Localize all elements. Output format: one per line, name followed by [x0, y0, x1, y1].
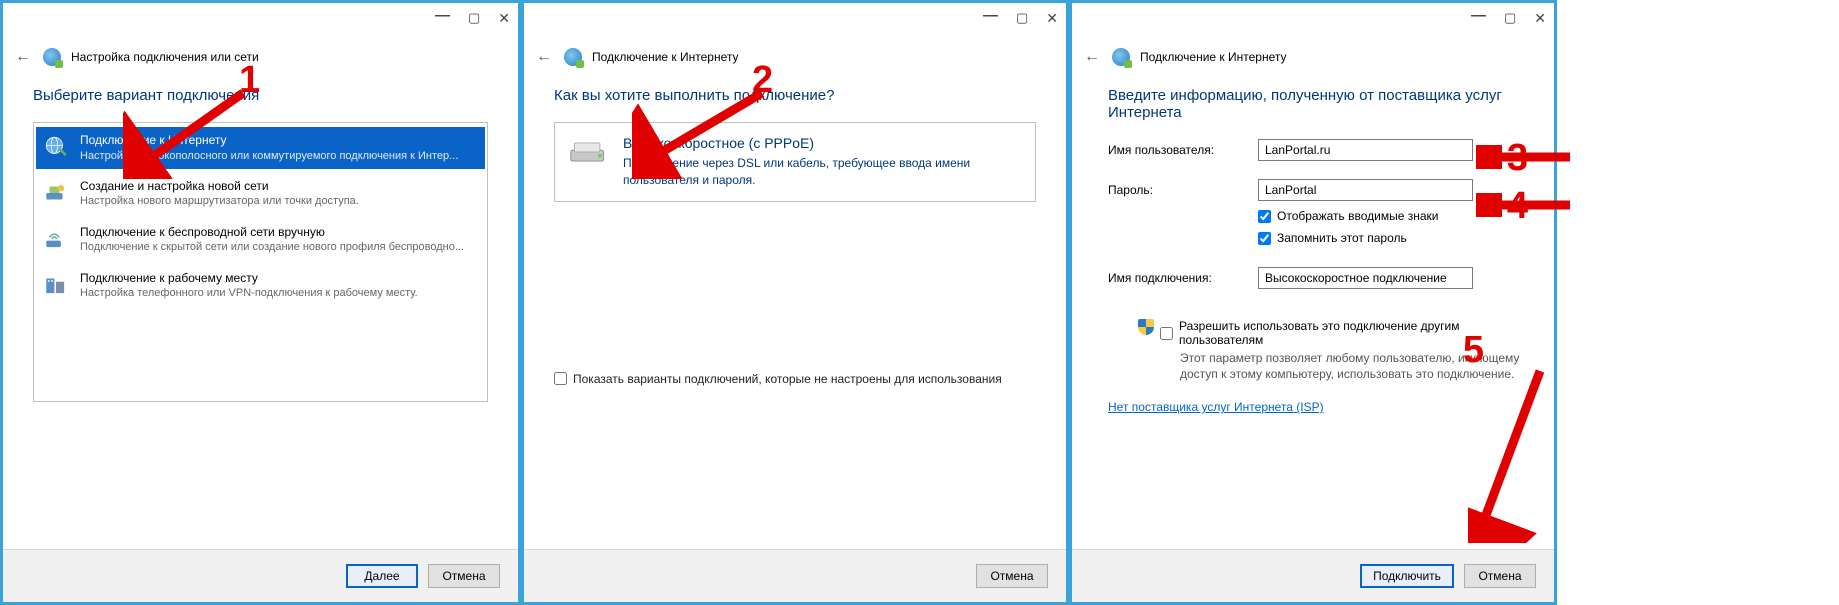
label-allow-others: Разрешить использовать это подключение д…: [1179, 319, 1524, 347]
show-unconfigured-row[interactable]: Показать варианты подключений, которые н…: [554, 372, 1036, 386]
option-title: Подключение к рабочему месту: [80, 271, 418, 287]
checkbox-allow-others[interactable]: [1160, 327, 1173, 340]
page-heading: Как вы хотите выполнить подключение?: [554, 87, 1036, 104]
shield-icon: [1138, 319, 1154, 335]
titlebar: — ▢ ✕: [1072, 3, 1554, 33]
row-password: Пароль:: [1108, 179, 1524, 201]
header: ← Подключение к Интернету: [1072, 33, 1554, 73]
cancel-button[interactable]: Отмена: [428, 564, 500, 588]
connection-options-list: Подключение к Интернету Настройка широко…: [33, 122, 488, 402]
option-new-network[interactable]: Создание и настройка новой сети Настройк…: [36, 173, 485, 215]
content: Как вы хотите выполнить подключение? Выс…: [524, 73, 1066, 549]
option-title: Высокоскоростное (с PPPoE): [623, 135, 1021, 151]
option-title: Подключение к беспроводной сети вручную: [80, 225, 464, 241]
network-globe-icon: [1112, 48, 1130, 66]
window-title: Настройка подключения или сети: [71, 50, 259, 64]
back-arrow-icon[interactable]: ←: [1082, 47, 1102, 67]
row-allow-others: Разрешить использовать это подключение д…: [1138, 319, 1524, 382]
checkbox-remember[interactable]: [1258, 232, 1271, 245]
cancel-button[interactable]: Отмена: [1464, 564, 1536, 588]
close-icon[interactable]: ✕: [498, 10, 510, 27]
content: Выберите вариант подключения Подключение…: [3, 73, 518, 549]
allow-others-description: Этот параметр позволяет любому пользоват…: [1180, 351, 1524, 382]
row-connection-name: Имя подключения:: [1108, 267, 1524, 289]
label-password: Пароль:: [1108, 183, 1258, 197]
close-icon[interactable]: ✕: [1046, 10, 1058, 27]
option-wireless-manual[interactable]: Подключение к беспроводной сети вручную …: [36, 219, 485, 261]
titlebar: — ▢ ✕: [524, 3, 1066, 33]
option-subtitle: Подключение через DSL или кабель, требую…: [623, 155, 1021, 189]
row-show-chars[interactable]: Отображать вводимые знаки: [1258, 209, 1524, 223]
option-internet[interactable]: Подключение к Интернету Настройка широко…: [36, 127, 485, 169]
workplace-icon: [42, 271, 70, 299]
minimize-icon[interactable]: —: [983, 7, 998, 24]
window-title: Подключение к Интернету: [592, 50, 739, 64]
input-password[interactable]: [1258, 179, 1473, 201]
input-username[interactable]: [1258, 139, 1473, 161]
titlebar: — ▢ ✕: [3, 3, 518, 33]
maximize-icon[interactable]: ▢: [1504, 10, 1516, 26]
header: ← Подключение к Интернету: [524, 33, 1066, 73]
show-unconfigured-checkbox[interactable]: [554, 372, 567, 385]
option-title: Подключение к Интернету: [80, 133, 458, 149]
wireless-icon: [42, 225, 70, 253]
globe-icon: [42, 133, 70, 161]
label-show-chars: Отображать вводимые знаки: [1277, 209, 1438, 223]
label-connection-name: Имя подключения:: [1108, 271, 1258, 285]
footer: Подключить Отмена: [1072, 549, 1554, 602]
next-button[interactable]: Далее: [346, 564, 418, 588]
content: Введите информацию, полученную от постав…: [1072, 73, 1554, 549]
option-pppoe[interactable]: Высокоскоростное (с PPPoE) Подключение ч…: [554, 122, 1036, 202]
back-arrow-icon[interactable]: ←: [13, 47, 33, 67]
label-username: Имя пользователя:: [1108, 143, 1258, 157]
option-title: Создание и настройка новой сети: [80, 179, 359, 195]
close-icon[interactable]: ✕: [1534, 10, 1546, 27]
header: ← Настройка подключения или сети: [3, 33, 518, 73]
back-arrow-icon[interactable]: ←: [534, 47, 554, 67]
cancel-button[interactable]: Отмена: [976, 564, 1048, 588]
option-subtitle: Настройка телефонного или VPN-подключени…: [80, 286, 418, 300]
window-credentials: — ▢ ✕ ← Подключение к Интернету Введите …: [1069, 0, 1557, 605]
footer: Отмена: [524, 549, 1066, 602]
option-workplace[interactable]: Подключение к рабочему месту Настройка т…: [36, 265, 485, 307]
connect-button[interactable]: Подключить: [1360, 564, 1454, 588]
maximize-icon[interactable]: ▢: [1016, 10, 1028, 26]
page-heading: Выберите вариант подключения: [33, 87, 488, 104]
label-remember: Запомнить этот пароль: [1277, 231, 1407, 245]
link-no-isp[interactable]: Нет поставщика услуг Интернета (ISP): [1108, 400, 1324, 414]
network-globe-icon: [43, 48, 61, 66]
window-title: Подключение к Интернету: [1140, 50, 1287, 64]
window-setup-connection: — ▢ ✕ ← Настройка подключения или сети В…: [0, 0, 521, 605]
network-globe-icon: [564, 48, 582, 66]
minimize-icon[interactable]: —: [1471, 7, 1486, 24]
router-setup-icon: [42, 179, 70, 207]
option-subtitle: Настройка нового маршрутизатора или точк…: [80, 194, 359, 208]
row-username: Имя пользователя:: [1108, 139, 1524, 161]
show-unconfigured-label: Показать варианты подключений, которые н…: [573, 372, 1002, 386]
footer: Далее Отмена: [3, 549, 518, 602]
option-subtitle: Подключение к скрытой сети или создание …: [80, 240, 464, 254]
option-subtitle: Настройка широкополосного или коммутируе…: [80, 149, 458, 163]
window-connect-internet: — ▢ ✕ ← Подключение к Интернету Как вы х…: [521, 0, 1069, 605]
modem-icon: [569, 135, 609, 189]
checkbox-show-chars[interactable]: [1258, 210, 1271, 223]
minimize-icon[interactable]: —: [435, 7, 450, 24]
input-connection-name[interactable]: [1258, 267, 1473, 289]
maximize-icon[interactable]: ▢: [468, 10, 480, 26]
row-remember[interactable]: Запомнить этот пароль: [1258, 231, 1524, 245]
page-heading: Введите информацию, полученную от постав…: [1108, 87, 1524, 121]
